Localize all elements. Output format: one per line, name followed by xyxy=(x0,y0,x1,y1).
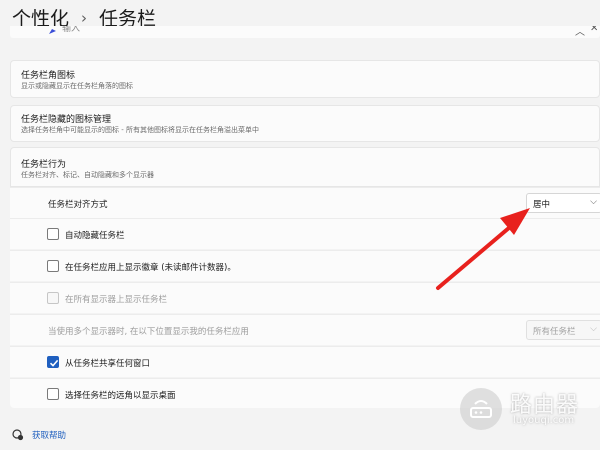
get-help-link[interactable]: 获取帮助 xyxy=(12,429,66,441)
all-displays-label: 在所有显示器上显示任务栏 xyxy=(65,295,168,305)
behaviors-title: 任务栏行为 xyxy=(21,160,67,170)
multi-display-dropdown: 所有任务栏 ⌵ xyxy=(526,320,600,340)
alignment-dropdown[interactable]: 居中 ⌵ xyxy=(526,193,600,213)
multi-display-row: 当使用多个显示器时, 在以下位置显示我的任务栏应用 所有任务栏 ⌵ xyxy=(10,314,600,345)
all-displays-row: 在所有显示器上显示任务栏 xyxy=(10,282,600,313)
router-icon xyxy=(460,388,502,430)
alignment-value: 居中 xyxy=(533,200,551,210)
behaviors-header[interactable]: 任务栏行为 任务栏对齐、标记、自动隐藏和多个显示器 xyxy=(10,147,600,187)
alignment-row: 任务栏对齐方式 居中 ⌵ xyxy=(10,187,600,218)
breadcrumb-separator-icon: › xyxy=(81,8,88,27)
watermark-domain: luyouqi.com xyxy=(513,415,575,426)
share-window-row[interactable]: 从任务栏共享任何窗口 xyxy=(10,346,600,377)
overflow-icons-title: 任务栏隐藏的图标管理 xyxy=(21,115,112,125)
chevron-down-icon: ⌵ xyxy=(590,324,597,334)
get-help-label[interactable]: 获取帮助 xyxy=(32,429,66,441)
share-window-checkbox[interactable] xyxy=(47,356,59,368)
behaviors-subtitle: 任务栏对齐、标记、自动隐藏和多个显示器 xyxy=(21,171,154,179)
badges-checkbox[interactable] xyxy=(47,260,59,272)
badges-row[interactable]: 在任务栏应用上显示徽章 (未读邮件计数器)。 xyxy=(10,250,600,281)
badges-label: 在任务栏应用上显示徽章 (未读邮件计数器)。 xyxy=(65,263,236,273)
input-row-label: 输入 xyxy=(62,26,81,34)
corner-icons-subtitle: 显示或隐藏显示在任务栏角落的图标 xyxy=(21,82,133,90)
multi-display-label: 当使用多个显示器时, 在以下位置显示我的任务栏应用 xyxy=(48,327,249,337)
chevron-down-icon: ⌵ xyxy=(590,197,597,207)
input-row-partial[interactable]: 输入 ︿ ✕ xyxy=(10,26,600,38)
alignment-label: 任务栏对齐方式 xyxy=(48,200,108,210)
corner-icons-card[interactable]: 任务栏角图标 显示或隐藏显示在任务栏角落的图标 xyxy=(10,60,600,98)
checkmark-icon xyxy=(49,359,59,367)
overflow-icons-subtitle: 选择任务栏角中可能显示的图标 - 所有其他图标将显示在任务栏角溢出菜单中 xyxy=(21,126,259,134)
multi-display-value: 所有任务栏 xyxy=(533,327,576,337)
overflow-icons-card[interactable]: 任务栏隐藏的图标管理 选择任务栏角中可能显示的图标 - 所有其他图标将显示在任务… xyxy=(10,105,600,142)
auto-hide-row[interactable]: 自动隐藏任务栏 xyxy=(10,218,600,249)
share-window-label: 从任务栏共享任何窗口 xyxy=(65,359,151,369)
far-corner-checkbox[interactable] xyxy=(47,388,59,400)
watermark-logo: 路由器 luyouqi.com xyxy=(458,385,600,435)
all-displays-checkbox xyxy=(47,292,59,304)
auto-hide-label: 自动隐藏任务栏 xyxy=(65,231,125,241)
pen-icon xyxy=(49,29,56,34)
corner-icons-title: 任务栏角图标 xyxy=(21,71,76,81)
close-icon[interactable]: ✕ xyxy=(590,26,598,34)
chevron-up-icon[interactable]: ︿ xyxy=(575,26,585,38)
help-icon xyxy=(12,429,24,441)
auto-hide-checkbox[interactable] xyxy=(47,228,59,240)
far-corner-label: 选择任务栏的远角以显示桌面 xyxy=(65,391,176,401)
